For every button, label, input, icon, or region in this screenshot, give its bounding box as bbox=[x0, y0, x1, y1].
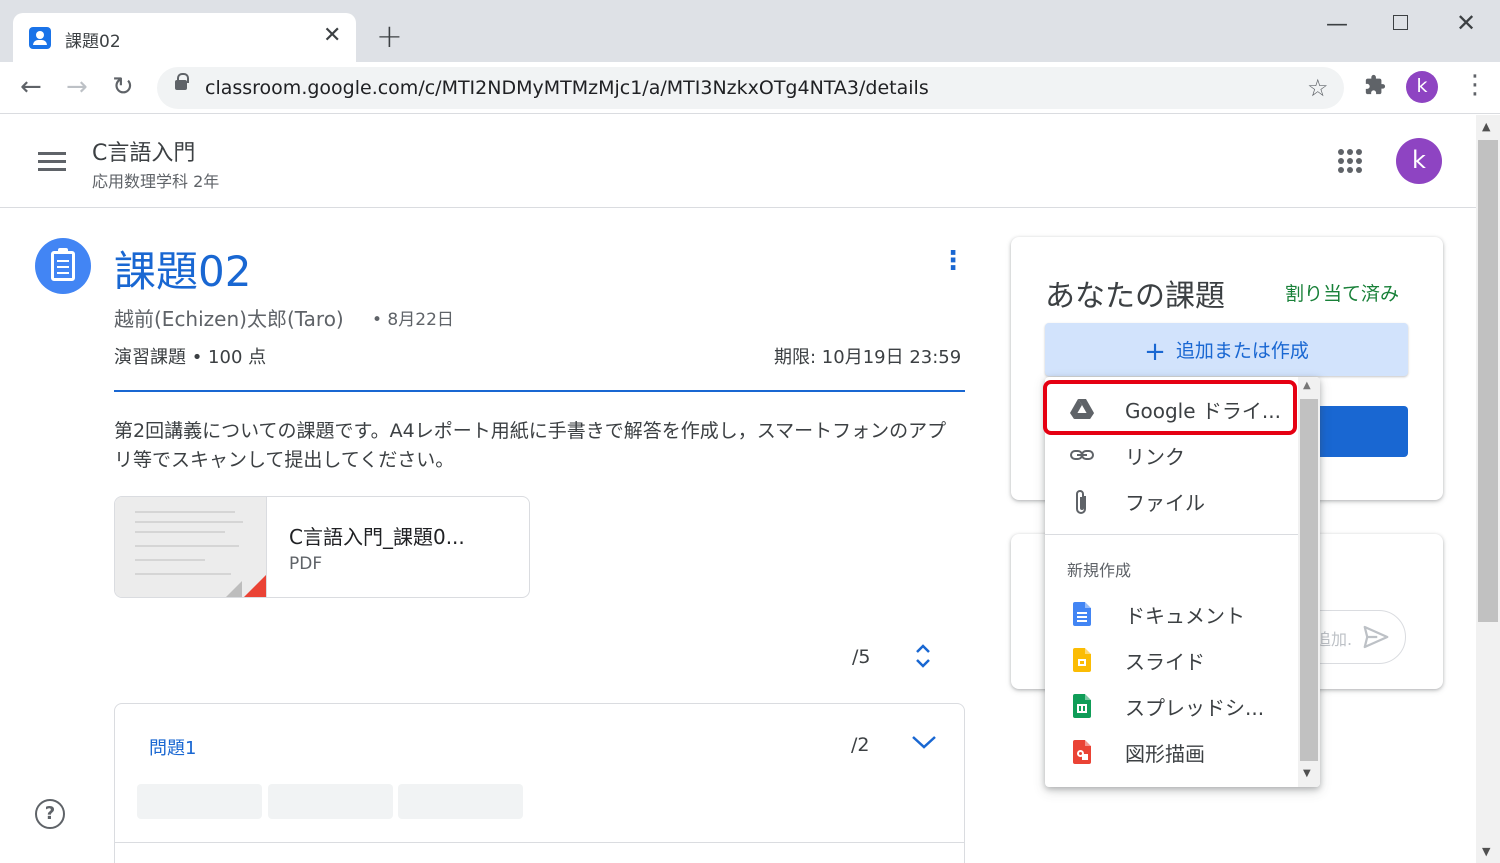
menu-scroll-up-icon[interactable]: ▲ bbox=[1303, 380, 1311, 391]
total-score: /5 bbox=[852, 646, 871, 668]
sheets-icon bbox=[1069, 694, 1095, 718]
assignment-title: 課題02 bbox=[114, 247, 252, 296]
your-work-title: あなたの課題 bbox=[1045, 279, 1225, 314]
menu-item-link[interactable]: リンク bbox=[1045, 431, 1298, 477]
submit-button[interactable] bbox=[1320, 406, 1408, 457]
rubric-chip bbox=[268, 784, 393, 819]
docs-icon bbox=[1069, 602, 1095, 626]
account-avatar[interactable]: k bbox=[1396, 138, 1442, 184]
question-score: /2 bbox=[851, 734, 870, 756]
browser-titlebar: 課題02 ✕ + — ✕ bbox=[0, 0, 1500, 62]
scroll-up-arrow-icon[interactable]: ▲ bbox=[1482, 120, 1490, 133]
page-scrollbar-thumb[interactable] bbox=[1478, 140, 1498, 622]
menu-item-label: 図形描画 bbox=[1125, 742, 1205, 766]
menu-item-docs[interactable]: ドキュメント bbox=[1045, 590, 1298, 636]
reload-icon[interactable]: ↻ bbox=[112, 74, 134, 100]
menu-item-file[interactable]: ファイル bbox=[1045, 477, 1298, 523]
plus-icon: + bbox=[1144, 337, 1166, 367]
pdf-thumbnail bbox=[115, 497, 267, 597]
google-apps-icon[interactable] bbox=[1338, 149, 1362, 173]
browser-toolbar: ← → ↻ classroom.google.com/c/MTI2NDMyMTM… bbox=[0, 62, 1500, 114]
slides-icon bbox=[1069, 648, 1095, 672]
scroll-down-arrow-icon[interactable]: ▼ bbox=[1482, 845, 1490, 858]
expand-collapse-icon[interactable] bbox=[913, 642, 933, 670]
menu-item-slides[interactable]: スライド bbox=[1045, 636, 1298, 682]
assignment-points: 演習課題 • 100 点 bbox=[114, 347, 267, 368]
question-label[interactable]: 問題1 bbox=[149, 734, 196, 760]
browser-tab[interactable]: 課題02 ✕ bbox=[13, 13, 356, 62]
menu-item-label: ファイル bbox=[1125, 491, 1205, 515]
rubric-chip bbox=[398, 784, 523, 819]
send-icon[interactable] bbox=[1361, 622, 1391, 652]
menu-item-label: スプレッドシ... bbox=[1125, 696, 1265, 720]
assignment-description: 第2回講義についての課題です。A4レポート用紙に手書きで解答を作成し，スマートフ… bbox=[114, 420, 947, 471]
comment-placeholder: 追加. bbox=[1315, 630, 1353, 649]
class-title[interactable]: C言語入門 bbox=[92, 135, 195, 167]
help-icon[interactable]: ? bbox=[35, 799, 65, 829]
bookmark-star-icon[interactable]: ☆ bbox=[1307, 74, 1329, 102]
question-card: 問題1 /2 bbox=[114, 703, 965, 863]
posted-date: • 8月22日 bbox=[372, 310, 454, 330]
menu-item-label: ドキュメント bbox=[1125, 604, 1245, 628]
menu-item-label: リンク bbox=[1125, 445, 1185, 469]
extensions-puzzle-icon[interactable] bbox=[1364, 74, 1386, 102]
menu-divider bbox=[1045, 534, 1298, 535]
assignment-author: 越前(Echizen)太郎(Taro) bbox=[114, 307, 344, 331]
new-tab-button[interactable]: + bbox=[376, 20, 403, 52]
back-arrow-icon[interactable]: ← bbox=[20, 74, 42, 100]
question-divider bbox=[115, 842, 964, 843]
tab-close-icon[interactable]: ✕ bbox=[323, 23, 341, 49]
menu-item-label: スライド bbox=[1125, 650, 1205, 674]
attachment-card[interactable]: C言語入門_課題0... PDF bbox=[114, 496, 530, 598]
paperclip-icon bbox=[1069, 489, 1095, 514]
lock-icon bbox=[175, 73, 189, 90]
forward-arrow-icon[interactable]: → bbox=[66, 74, 88, 100]
url-text[interactable]: classroom.google.com/c/MTI2NDMyMTMzMjc1/… bbox=[205, 77, 929, 99]
attachment-type: PDF bbox=[289, 554, 323, 574]
menu-item-sheets[interactable]: スプレッドシ... bbox=[1045, 682, 1298, 728]
maximize-window-icon[interactable] bbox=[1393, 15, 1408, 30]
title-divider bbox=[114, 390, 965, 392]
add-or-create-button[interactable]: + 追加または作成 bbox=[1045, 323, 1408, 376]
attachment-name: C言語入門_課題0... bbox=[289, 525, 465, 549]
pdf-corner-icon bbox=[242, 575, 266, 597]
classroom-header: C言語入門 応用数理学科 2年 k bbox=[0, 115, 1476, 208]
link-icon bbox=[1069, 443, 1095, 467]
minimize-window-icon[interactable]: — bbox=[1326, 12, 1348, 37]
class-section: 応用数理学科 2年 bbox=[92, 172, 220, 191]
assignment-status: 割り当て済み bbox=[1285, 283, 1400, 305]
browser-menu-icon[interactable]: ⋮ bbox=[1462, 72, 1488, 98]
close-window-icon[interactable]: ✕ bbox=[1456, 9, 1476, 37]
menu-scrollbar-thumb[interactable] bbox=[1300, 399, 1318, 761]
add-or-create-menu: Google ドライ... リンク ファイル 新規作成 ドキュメント スライド … bbox=[1045, 377, 1320, 787]
classroom-favicon-icon bbox=[29, 27, 51, 49]
add-or-create-label: 追加または作成 bbox=[1175, 340, 1309, 362]
browser-profile-avatar[interactable]: k bbox=[1406, 71, 1438, 103]
menu-scroll-down-icon[interactable]: ▼ bbox=[1303, 768, 1311, 779]
address-bar[interactable]: classroom.google.com/c/MTI2NDMyMTMzMjc1/… bbox=[157, 67, 1344, 109]
assignment-more-icon[interactable]: ⋮ bbox=[940, 248, 966, 274]
due-date: 期限: 10月19日 23:59 bbox=[774, 347, 962, 368]
rubric-chip bbox=[137, 784, 262, 819]
chevron-down-icon[interactable] bbox=[911, 734, 937, 750]
highlight-box bbox=[1043, 380, 1297, 435]
menu-item-drawings[interactable]: 図形描画 bbox=[1045, 728, 1298, 774]
tab-title: 課題02 bbox=[65, 32, 121, 52]
assignment-clipboard-icon bbox=[35, 238, 91, 294]
hamburger-menu-icon[interactable] bbox=[38, 152, 66, 172]
create-new-section-label: 新規作成 bbox=[1067, 561, 1132, 580]
drawings-icon bbox=[1069, 740, 1095, 764]
